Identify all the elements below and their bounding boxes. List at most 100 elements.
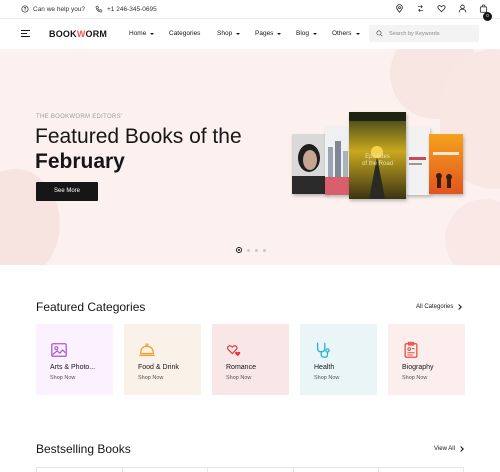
shop-now-link[interactable]: Shop Now: [50, 375, 75, 381]
portrait-cover-art: [292, 134, 327, 194]
category-name: Arts & Photo...: [50, 364, 96, 371]
nav-categories-label: Categories: [169, 30, 201, 37]
category-name: Health: [314, 364, 335, 371]
heart-icon: [437, 5, 446, 13]
hero-banner: THE BOOKWORM EDITORS' Featured Books of …: [0, 49, 500, 265]
nav-shop-label: Shop: [217, 30, 233, 37]
nav-blog[interactable]: Blog: [296, 30, 332, 37]
featured-categories-title: Featured Categories: [36, 300, 146, 314]
help-circle-icon: [21, 5, 29, 13]
carousel-dot-active[interactable]: [236, 247, 242, 253]
all-categories-link[interactable]: All Categories: [416, 304, 463, 310]
view-all-label: View All: [434, 446, 455, 452]
clipboard-icon: [404, 341, 418, 358]
user-icon: [458, 4, 467, 13]
phone-link[interactable]: +1 246-345-0695: [95, 5, 157, 13]
map-pin-icon: [396, 4, 403, 13]
bestselling-grid-top: [36, 467, 464, 472]
carousel-dot[interactable]: [255, 248, 258, 252]
hero-title-line2: February: [35, 150, 125, 173]
category-card-biography[interactable]: Biography Shop Now: [388, 324, 465, 395]
sunset-cover-art: [429, 134, 463, 194]
episodes-cover-art: Episodes of the Road: [349, 112, 406, 199]
shop-now-link[interactable]: Shop Now: [314, 375, 339, 381]
cloche-icon: [139, 343, 155, 357]
help-link[interactable]: Can we help you?: [21, 5, 85, 13]
chevron-down-icon: [355, 32, 360, 35]
logo-text-orm: ORM: [85, 29, 108, 39]
category-card-romance[interactable]: Romance Shop Now: [212, 324, 289, 395]
logo-accent: W: [76, 29, 86, 39]
white-cover-art: [405, 127, 430, 195]
book-cover-episodes: Episodes of the Road: [349, 112, 406, 199]
logo[interactable]: BOOKWORM: [49, 29, 107, 39]
grid-divider: [207, 468, 208, 472]
chevron-right-icon: [456, 304, 463, 310]
nav-shop[interactable]: Shop: [217, 30, 255, 37]
help-text: Can we help you?: [33, 5, 86, 13]
currency-switch-icon: [417, 5, 424, 12]
location-button[interactable]: [395, 4, 404, 13]
shop-now-link[interactable]: Shop Now: [226, 375, 251, 381]
nav-blog-label: Blog: [296, 30, 310, 37]
view-all-link[interactable]: View All: [434, 446, 464, 452]
search-input[interactable]: [389, 28, 475, 39]
menu-icon[interactable]: [21, 30, 30, 37]
image-frame-icon: [51, 343, 67, 357]
chevron-down-icon: [236, 32, 241, 35]
nav-others-label: Others: [332, 30, 352, 37]
grid-divider: [378, 468, 379, 472]
grid-divider: [122, 468, 123, 472]
main-nav: Home Categories Shop Pages Blog Others: [129, 30, 368, 37]
book-cover-city: [325, 127, 351, 195]
category-card-health[interactable]: Health Shop Now: [300, 324, 377, 395]
phone-number: +1 246-345-0695: [107, 5, 157, 13]
nav-categories[interactable]: Categories: [169, 30, 217, 37]
chevron-down-icon: [150, 32, 155, 35]
logo-text-book: BOOK: [49, 29, 77, 39]
decor-blob: [445, 199, 500, 265]
shop-now-link[interactable]: Shop Now: [138, 375, 163, 381]
book-cover-white: [405, 127, 430, 195]
hero-title-line1: Featured Books of the: [35, 125, 242, 148]
main-header: BOOKWORM Home Categories Shop Pages Blog…: [0, 20, 500, 48]
currency-button[interactable]: [416, 4, 425, 13]
stethoscope-icon: [316, 342, 330, 358]
category-name: Food & Drink: [138, 364, 179, 371]
hearts-icon: [226, 345, 241, 357]
book-cover-sunset: [429, 134, 463, 194]
account-button[interactable]: [458, 4, 467, 13]
book-title-line1: Episodes: [365, 154, 390, 160]
wishlist-button[interactable]: [437, 4, 446, 13]
chevron-down-icon: [277, 32, 282, 35]
phone-icon: [95, 5, 103, 13]
nav-pages[interactable]: Pages: [255, 30, 296, 37]
category-card-arts[interactable]: Arts & Photo... Shop Now: [36, 324, 113, 395]
bestselling-title: Bestselling Books: [36, 442, 131, 456]
search-box: [369, 25, 479, 42]
chevron-down-icon: [313, 32, 318, 35]
category-name: Romance: [226, 364, 256, 371]
city-cover-art: [325, 127, 351, 195]
hero-eyebrow: THE BOOKWORM EDITORS': [36, 114, 123, 120]
see-more-button[interactable]: See More: [36, 182, 98, 201]
all-categories-label: All Categories: [416, 304, 454, 310]
category-card-food[interactable]: Food & Drink Shop Now: [124, 324, 201, 395]
carousel-dot[interactable]: [247, 248, 250, 252]
book-cover-portrait: [292, 134, 327, 194]
book-title-line2: of the Road: [362, 161, 393, 167]
nav-others[interactable]: Others: [332, 30, 368, 37]
hero-book-stack[interactable]: Episodes of the Road: [292, 112, 467, 202]
chevron-right-icon: [458, 446, 464, 452]
nav-pages-label: Pages: [255, 30, 274, 37]
carousel-dot[interactable]: [263, 248, 266, 252]
grid-divider: [293, 468, 294, 472]
nav-home[interactable]: Home: [129, 30, 169, 37]
nav-home-label: Home: [129, 30, 147, 37]
hero-carousel-dots: [236, 247, 266, 253]
category-name: Biography: [402, 364, 434, 371]
cart-button[interactable]: 0: [479, 4, 492, 21]
shop-now-link[interactable]: Shop Now: [402, 375, 427, 381]
top-bar: Can we help you? +1 246-345-0695 0: [0, 0, 500, 21]
search-icon[interactable]: [376, 30, 383, 37]
